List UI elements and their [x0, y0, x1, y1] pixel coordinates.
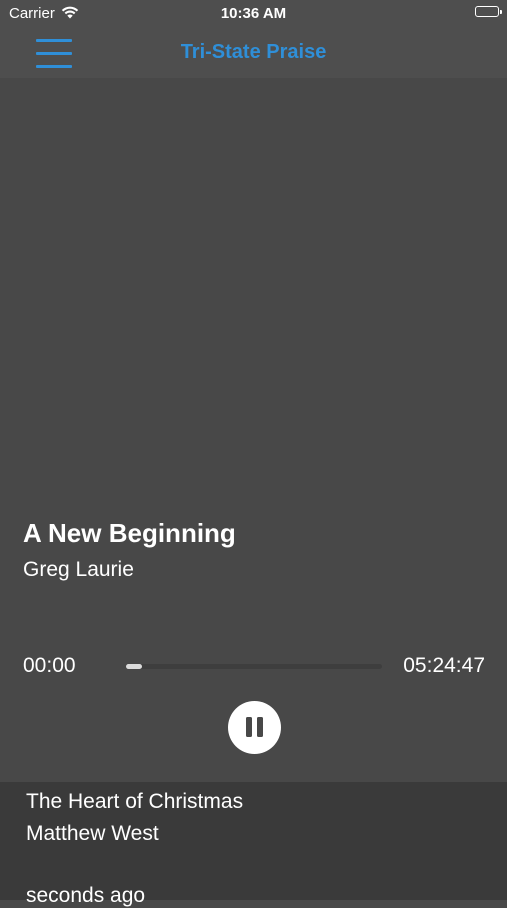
app-title: Tri-State Praise	[180, 41, 327, 63]
progress-slider[interactable]	[126, 664, 382, 669]
total-duration: 05:24:47	[403, 654, 485, 677]
now-playing-panel: A New Beginning Greg Laurie 00:00 05:24:…	[0, 78, 507, 782]
battery-icon	[475, 6, 502, 17]
track-title: A New Beginning	[23, 518, 236, 548]
recent-track-title: The Heart of Christmas	[26, 790, 244, 813]
recent-track-artist: Matthew West	[26, 822, 159, 845]
progress-fill	[126, 664, 142, 669]
pause-icon	[246, 717, 252, 737]
pause-button[interactable]	[228, 701, 281, 754]
track-artist: Greg Laurie	[23, 558, 134, 581]
elapsed-time: 00:00	[23, 654, 76, 677]
recent-played-time: seconds ago	[26, 884, 146, 907]
recently-played-item[interactable]: The Heart of Christmas Matthew West seco…	[0, 782, 507, 907]
status-bar: Carrier 10:36 AM	[0, 0, 507, 28]
navigation-bar: Tri-State Praise	[0, 28, 507, 78]
clock: 10:36 AM	[220, 5, 287, 22]
